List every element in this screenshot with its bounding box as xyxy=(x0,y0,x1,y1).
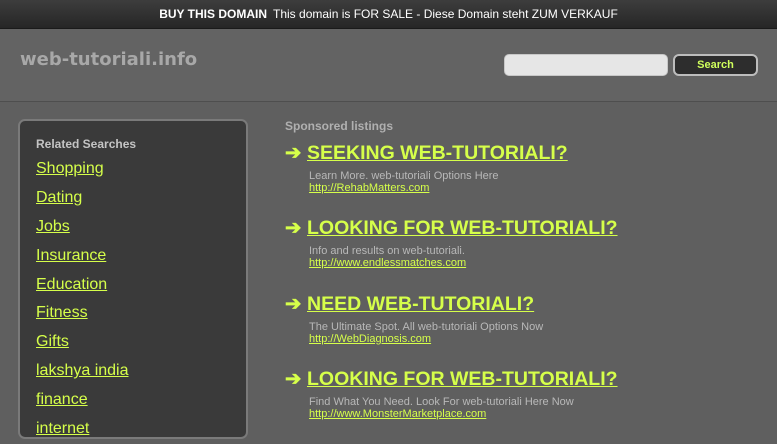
listing-title-link[interactable]: ➔ LOOKING FOR WEB-TUTORIALI? xyxy=(285,367,765,391)
listing-description: Learn More. web-tutoriali Options Here xyxy=(309,170,499,182)
header: web-tutoriali.info Search xyxy=(0,29,777,102)
listing: ➔ LOOKING FOR WEB-TUTORIALI? Find What Yo… xyxy=(285,367,765,420)
listing-description: Info and results on web-tutoriali. xyxy=(309,245,465,257)
related-searches-list: Shopping Dating Jobs Insurance Education… xyxy=(36,155,129,444)
site-title: web-tutoriali.info xyxy=(20,49,198,70)
related-search-link[interactable]: Shopping xyxy=(36,160,104,177)
arrow-right-icon: ➔ xyxy=(285,142,302,164)
sponsored-listings: Sponsored listings ➔ SEEKING WEB-TUTORIAL… xyxy=(285,119,765,420)
related-search-link[interactable]: lakshya india xyxy=(36,362,129,379)
buy-domain-link[interactable]: BUY THIS DOMAIN xyxy=(159,7,267,21)
listing-title-text: LOOKING FOR WEB-TUTORIALI? xyxy=(307,217,618,239)
arrow-right-icon: ➔ xyxy=(285,293,302,315)
search-button[interactable]: Search xyxy=(673,54,758,76)
listing-description: The Ultimate Spot. All web-tutoriali Opt… xyxy=(309,321,544,333)
search-input[interactable] xyxy=(504,54,668,76)
related-search-link[interactable]: finance xyxy=(36,391,88,408)
listing: ➔ SEEKING WEB-TUTORIALI? Learn More. web-… xyxy=(285,141,765,194)
domain-sale-banner: BUY THIS DOMAIN This domain is FOR SALE -… xyxy=(0,0,777,29)
listing-url[interactable]: http://www.MonsterMarketplace.com xyxy=(309,408,765,420)
listing: ➔ LOOKING FOR WEB-TUTORIALI? Info and res… xyxy=(285,216,765,269)
related-searches-heading: Related Searches xyxy=(36,137,137,151)
related-search-link[interactable]: Fitness xyxy=(36,304,88,321)
listing-title-link[interactable]: ➔ LOOKING FOR WEB-TUTORIALI? xyxy=(285,216,765,240)
related-search-link[interactable]: Education xyxy=(36,276,107,293)
related-search-link[interactable]: Jobs xyxy=(36,218,70,235)
listing-url[interactable]: http://RehabMatters.com xyxy=(309,182,765,194)
listing-title-link[interactable]: ➔ SEEKING WEB-TUTORIALI? xyxy=(285,141,765,165)
listing-title-link[interactable]: ➔ NEED WEB-TUTORIALI? xyxy=(285,292,765,316)
sponsored-label: Sponsored listings xyxy=(285,119,394,133)
related-searches-panel: Related Searches Shopping Dating Jobs In… xyxy=(18,119,248,439)
related-search-link[interactable]: Dating xyxy=(36,189,82,206)
listing: ➔ NEED WEB-TUTORIALI? The Ultimate Spot. … xyxy=(285,292,765,345)
arrow-right-icon: ➔ xyxy=(285,217,302,239)
listing-title-text: NEED WEB-TUTORIALI? xyxy=(307,293,535,315)
listing-title-text: SEEKING WEB-TUTORIALI? xyxy=(307,142,568,164)
listing-title-text: LOOKING FOR WEB-TUTORIALI? xyxy=(307,368,618,390)
listing-url[interactable]: http://WebDiagnosis.com xyxy=(309,333,765,345)
sale-message: This domain is FOR SALE - Diese Domain s… xyxy=(273,7,618,21)
listing-url[interactable]: http://www.endlessmatches.com xyxy=(309,257,765,269)
related-search-link[interactable]: Insurance xyxy=(36,247,106,264)
arrow-right-icon: ➔ xyxy=(285,368,302,390)
related-search-link[interactable]: Gifts xyxy=(36,333,69,350)
listing-description: Find What You Need. Look For web-tutoria… xyxy=(309,396,574,408)
